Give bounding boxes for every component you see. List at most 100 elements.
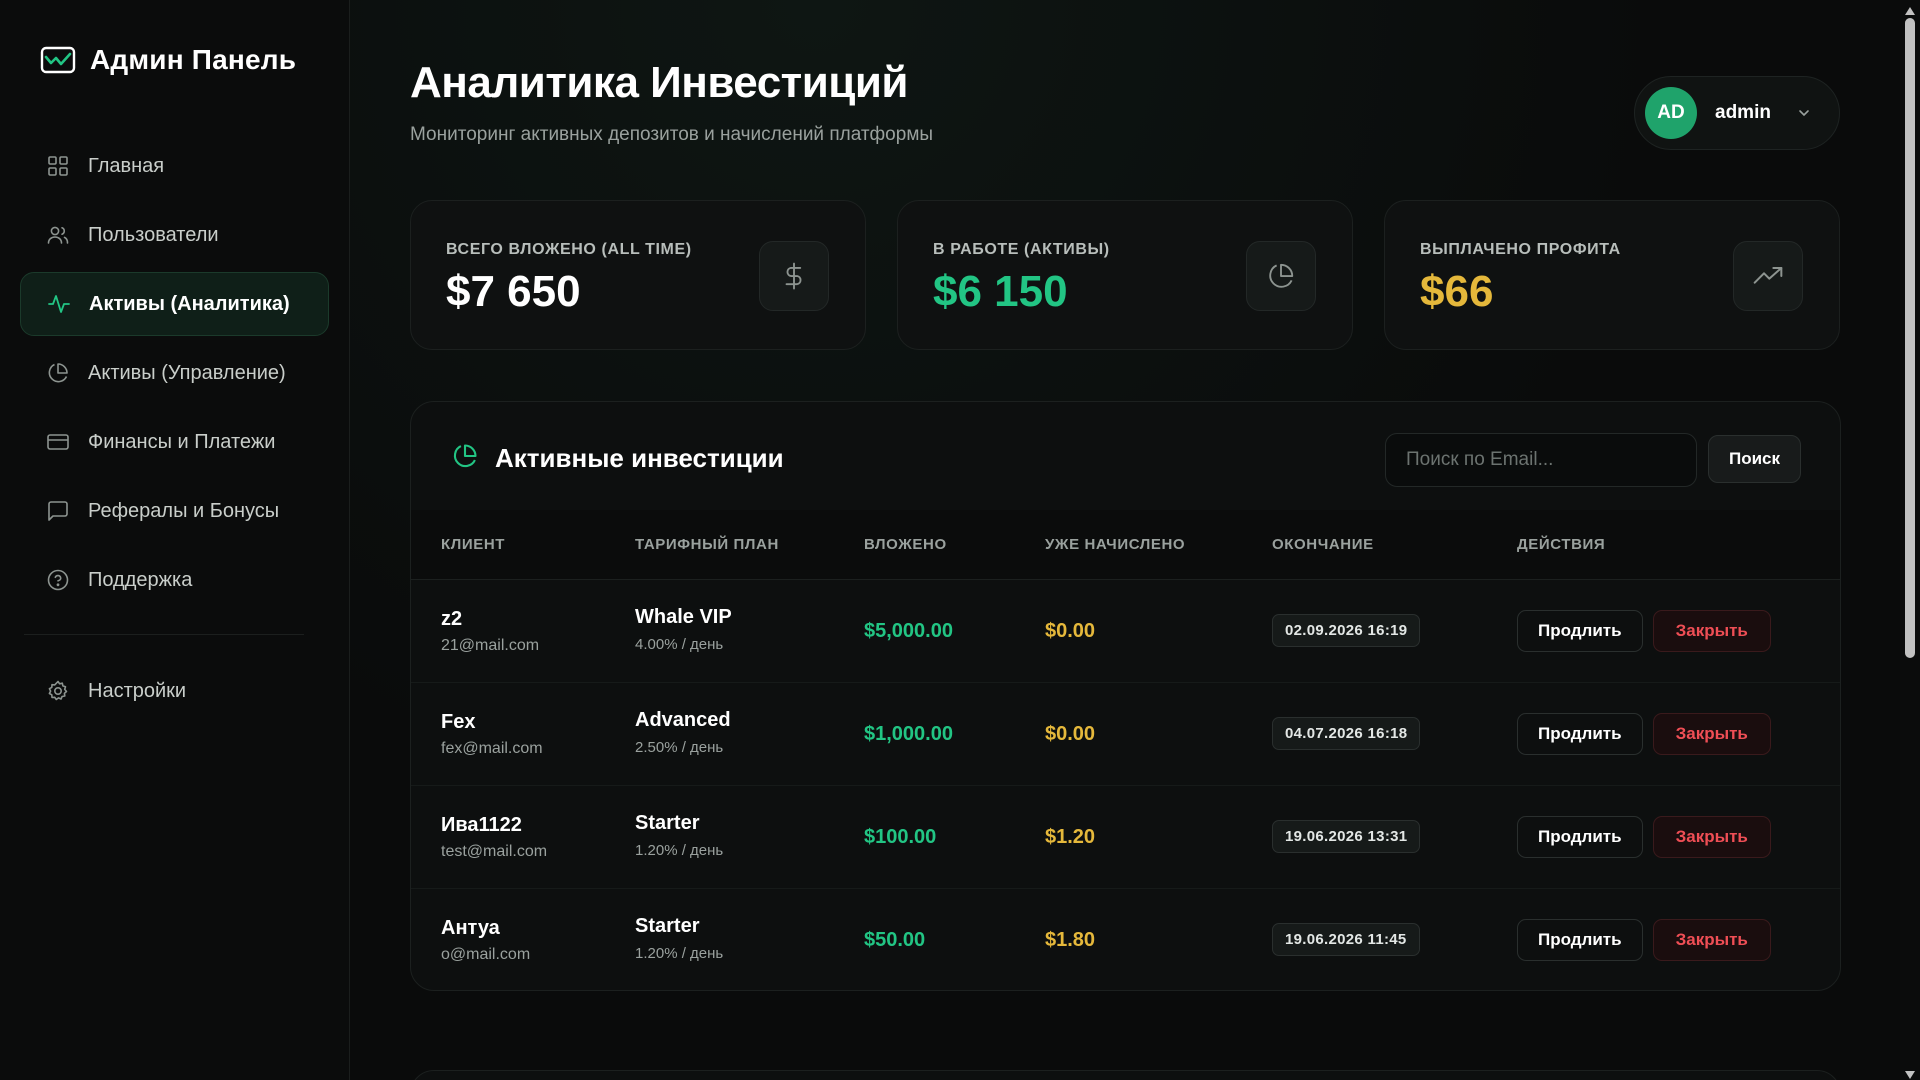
client-email: 21@mail.com	[441, 637, 540, 654]
sidebar-item-settings[interactable]: Настройки	[20, 659, 329, 723]
sidebar-item-label: Активы (Управление)	[88, 361, 286, 384]
main-content: Аналитика Инвестиций Мониторинг активных…	[350, 0, 1900, 1080]
sidebar-item-label: Пользователи	[88, 223, 219, 246]
close-button[interactable]: Закрыть	[1652, 610, 1771, 652]
column-header-accrued: УЖЕ НАЧИСЛЕНО	[1045, 536, 1186, 553]
plan-name: Starter	[635, 812, 700, 834]
table-body: z2 21@mail.com Whale VIP 4.00% / день $5…	[411, 580, 1840, 990]
table-row: Антуа o@mail.com Starter 1.20% / день $5…	[411, 889, 1840, 990]
search-button[interactable]: Поиск	[1708, 435, 1801, 483]
users-icon	[46, 223, 70, 247]
client-cell: z2 21@mail.com	[441, 608, 539, 655]
sidebar-item-label: Финансы и Платежи	[88, 430, 276, 453]
sidebar-item-home[interactable]: Главная	[20, 134, 329, 198]
scroll-down-arrow-icon[interactable]	[1904, 1067, 1916, 1079]
extend-button[interactable]: Продлить	[1517, 816, 1643, 858]
extend-button[interactable]: Продлить	[1517, 713, 1643, 755]
grid-icon	[46, 154, 70, 178]
invested-amount: $1,000.00	[864, 723, 953, 745]
end-date-badge: 19.06.2026 11:45	[1272, 923, 1420, 956]
sidebar-item-finance[interactable]: Финансы и Платежи	[20, 410, 329, 474]
client-email: o@mail.com	[441, 946, 531, 963]
sidebar-divider	[24, 634, 304, 635]
sidebar-item-referrals[interactable]: Рефералы и Бонусы	[20, 479, 329, 543]
client-cell: Fex fex@mail.com	[441, 711, 543, 758]
end-date-cell: 19.06.2026 11:45	[1272, 923, 1420, 956]
end-date-cell: 19.06.2026 13:31	[1272, 820, 1421, 853]
brand-title: Админ Панель	[90, 44, 297, 75]
scroll-up-arrow-icon[interactable]	[1904, 3, 1916, 15]
extend-button[interactable]: Продлить	[1517, 610, 1643, 652]
stat-value: $66	[1420, 267, 1494, 316]
user-menu[interactable]: AD admin	[1634, 76, 1840, 150]
plan-cell: Whale VIP 4.00% / день	[635, 606, 732, 653]
dollar-icon	[759, 241, 829, 311]
sidebar-item-assets-management[interactable]: Активы (Управление)	[20, 341, 329, 405]
accrued-amount: $0.00	[1045, 620, 1096, 642]
actions-cell: Продлить Закрыть	[1517, 816, 1771, 858]
sidebar-item-support[interactable]: Поддержка	[20, 548, 329, 612]
sidebar-item-assets-analytics[interactable]: Активы (Аналитика)	[20, 272, 329, 336]
page-title: Аналитика Инвестиций	[410, 58, 908, 107]
plan-name: Starter	[635, 915, 700, 937]
chart-window-icon	[40, 46, 76, 74]
stat-value: $6 150	[933, 267, 1068, 316]
page-subtitle: Мониторинг активных депозитов и начислен…	[410, 124, 934, 145]
gear-icon	[46, 679, 70, 703]
sidebar-item-label: Поддержка	[88, 568, 193, 591]
credit-card-icon	[46, 430, 70, 454]
actions-cell: Продлить Закрыть	[1517, 713, 1771, 755]
stat-card-total-invested: ВСЕГО ВЛОЖЕНО (ALL TIME) $7 650	[410, 200, 866, 350]
end-date-cell: 02.09.2026 16:19	[1272, 614, 1421, 647]
end-date-badge: 04.07.2026 16:18	[1272, 717, 1421, 750]
plan-cell: Advanced 2.50% / день	[635, 709, 731, 756]
client-name: z2	[441, 608, 463, 630]
avatar: AD	[1645, 87, 1697, 139]
close-button[interactable]: Закрыть	[1652, 816, 1771, 858]
message-square-icon	[46, 499, 70, 523]
plan-name: Whale VIP	[635, 606, 732, 628]
actions-cell: Продлить Закрыть	[1517, 919, 1771, 961]
close-button[interactable]: Закрыть	[1652, 713, 1771, 755]
activity-icon	[47, 292, 71, 316]
search-input[interactable]	[1385, 433, 1697, 487]
stat-label: ВЫПЛАЧЕНО ПРОФИТА	[1420, 241, 1621, 258]
sidebar-item-label: Главная	[88, 154, 165, 177]
extend-button[interactable]: Продлить	[1517, 919, 1643, 961]
client-cell: Ива1122 test@mail.com	[441, 814, 547, 861]
column-header-invested: ВЛОЖЕНО	[864, 536, 947, 553]
stat-label: ВСЕГО ВЛОЖЕНО (ALL TIME)	[446, 241, 692, 258]
trending-up-icon	[1733, 241, 1803, 311]
plan-cell: Starter 1.20% / день	[635, 915, 723, 962]
client-email: test@mail.com	[441, 843, 548, 860]
chevron-down-icon	[1797, 106, 1811, 120]
client-cell: Антуа o@mail.com	[441, 917, 530, 964]
column-header-end-date: ОКОНЧАНИЕ	[1272, 536, 1374, 553]
plan-name: Advanced	[635, 709, 731, 731]
table-row: Fex fex@mail.com Advanced 2.50% / день $…	[411, 683, 1840, 786]
pie-chart-icon	[46, 361, 70, 385]
table-row: Ива1122 test@mail.com Starter 1.20% / де…	[411, 786, 1840, 889]
pie-chart-icon	[1246, 241, 1316, 311]
page-scrollbar[interactable]	[1900, 0, 1920, 1080]
scrollbar-thumb[interactable]	[1905, 18, 1915, 658]
pie-chart-icon	[451, 442, 479, 475]
stat-label: В РАБОТЕ (АКТИВЫ)	[933, 241, 1110, 258]
plan-rate: 1.20% / день	[635, 842, 724, 859]
sidebar: Админ Панель Главная Пользователи Активы…	[0, 0, 350, 1080]
active-investments-panel: Активные инвестиции Поиск КЛИЕНТ ТАРИФНЫ…	[410, 401, 1841, 991]
brand[interactable]: Админ Панель	[40, 44, 296, 76]
accrued-amount: $1.20	[1045, 826, 1096, 848]
next-panel-edge	[410, 1070, 1841, 1080]
accrued-amount: $0.00	[1045, 723, 1096, 745]
sidebar-item-users[interactable]: Пользователи	[20, 203, 329, 267]
sidebar-nav: Главная Пользователи Активы (Аналитика)	[20, 134, 329, 617]
actions-cell: Продлить Закрыть	[1517, 610, 1771, 652]
column-header-client: КЛИЕНТ	[441, 536, 506, 553]
close-button[interactable]: Закрыть	[1652, 919, 1771, 961]
sidebar-settings-group: Настройки	[20, 659, 329, 728]
plan-rate: 1.20% / день	[635, 945, 724, 962]
plan-rate: 4.00% / день	[635, 636, 724, 653]
invested-amount: $100.00	[864, 826, 937, 848]
client-name: Антуа	[441, 917, 500, 939]
